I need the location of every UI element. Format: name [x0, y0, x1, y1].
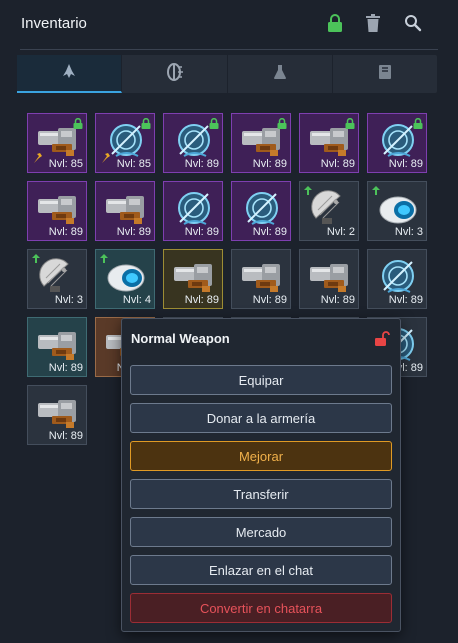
item-level: Nvl: 89 — [320, 158, 355, 170]
upgrade-button[interactable]: Mejorar — [130, 441, 392, 471]
item-level: Nvl: 3 — [54, 294, 83, 306]
cannon-icon — [36, 326, 80, 367]
item-level: Nvl: 85 — [116, 158, 151, 170]
popup-title: Normal Weapon — [131, 331, 230, 346]
item-level: Nvl: 89 — [48, 430, 83, 442]
tab-modules[interactable] — [122, 55, 228, 93]
lock-icon — [345, 116, 355, 134]
link-chat-button[interactable]: Enlazar en el chat — [130, 555, 392, 585]
shield-icon — [165, 62, 184, 86]
item-level: Nvl: 89 — [388, 158, 423, 170]
search-icon[interactable] — [402, 12, 424, 34]
inventory-slot[interactable]: Nvl: 89 — [367, 113, 427, 173]
item-action-popup: Normal Weapon Equipar Donar a la armería… — [121, 318, 401, 632]
transfer-button[interactable]: Transferir — [130, 479, 392, 509]
tab-resources[interactable] — [228, 55, 333, 93]
page-title: Inventario — [21, 15, 87, 32]
item-level: Nvl: 89 — [48, 226, 83, 238]
item-level: Nvl: 89 — [252, 158, 287, 170]
item-level: Nvl: 89 — [116, 226, 151, 238]
cannon-icon — [36, 190, 80, 231]
inventory-slot[interactable]: Nvl: 89 — [231, 181, 291, 241]
inventory-slot[interactable]: Nvl: 2 — [299, 181, 359, 241]
trash-icon[interactable] — [362, 12, 384, 34]
unlock-icon[interactable] — [374, 331, 390, 352]
upgrade-arrow-icon — [99, 251, 109, 269]
lock-icon — [209, 116, 219, 134]
item-level: Nvl: 89 — [184, 158, 219, 170]
tab-ships[interactable] — [17, 55, 123, 93]
tab-blueprints[interactable] — [333, 55, 437, 93]
inventory-slot[interactable]: Nvl: 89 — [299, 113, 359, 173]
header-divider — [20, 49, 438, 50]
inventory-slot[interactable]: Nvl: 3 — [367, 181, 427, 241]
inventory-slot[interactable]: Nvl: 85 — [95, 113, 155, 173]
lock-icon — [141, 116, 151, 134]
lock-icon[interactable] — [324, 12, 346, 34]
inventory-slot[interactable]: Nvl: 89 — [299, 249, 359, 309]
upgrade-arrow-icon — [31, 251, 41, 269]
upgrade-arrow-icon — [303, 183, 313, 201]
inventory-slot[interactable]: Nvl: 4 — [95, 249, 155, 309]
cannon-icon — [172, 258, 216, 299]
inventory-slot[interactable]: Nvl: 89 — [27, 317, 87, 377]
item-level: Nvl: 3 — [394, 226, 423, 238]
inventory-slot[interactable]: Nvl: 89 — [163, 181, 223, 241]
rocket-icon — [61, 63, 77, 84]
equip-button[interactable]: Equipar — [130, 365, 392, 395]
cannon-icon — [36, 394, 80, 435]
flask-icon — [272, 64, 288, 85]
book-icon — [378, 64, 392, 85]
lock-icon — [413, 116, 423, 134]
inventory-slot[interactable]: Nvl: 85 — [27, 113, 87, 173]
cannon-icon — [104, 190, 148, 231]
inventory-slot[interactable]: Nvl: 89 — [27, 181, 87, 241]
inventory-slot[interactable]: Nvl: 89 — [95, 181, 155, 241]
item-level: Nvl: 89 — [388, 294, 423, 306]
item-level: Nvl: 89 — [252, 294, 287, 306]
inventory-tabs — [17, 55, 437, 93]
scrap-button[interactable]: Convertir en chatarra — [130, 593, 392, 623]
item-level: Nvl: 89 — [320, 294, 355, 306]
item-level: Nvl: 85 — [48, 158, 83, 170]
item-level: Nvl: 89 — [252, 226, 287, 238]
upgrade-arrow-icon — [371, 183, 381, 201]
item-level: Nvl: 89 — [48, 362, 83, 374]
inventory-slot[interactable]: Nvl: 89 — [163, 249, 223, 309]
inventory-slot[interactable]: Nvl: 89 — [231, 113, 291, 173]
item-level: Nvl: 2 — [326, 226, 355, 238]
inventory-slot[interactable]: Nvl: 89 — [231, 249, 291, 309]
item-level: Nvl: 4 — [122, 294, 151, 306]
cannon-icon — [240, 258, 284, 299]
inventory-slot[interactable]: Nvl: 89 — [367, 249, 427, 309]
cannon-icon — [308, 258, 352, 299]
donate-armory-button[interactable]: Donar a la armería — [130, 403, 392, 433]
lock-icon — [277, 116, 287, 134]
inventory-header: Inventario — [0, 0, 458, 48]
hammer-icon — [31, 151, 43, 169]
lock-icon — [73, 116, 83, 134]
item-level: Nvl: 89 — [184, 294, 219, 306]
inventory-slot[interactable]: Nvl: 3 — [27, 249, 87, 309]
hammer-icon — [99, 151, 111, 169]
inventory-slot[interactable]: Nvl: 89 — [163, 113, 223, 173]
inventory-slot[interactable]: Nvl: 89 — [27, 385, 87, 445]
market-button[interactable]: Mercado — [130, 517, 392, 547]
item-level: Nvl: 89 — [184, 226, 219, 238]
